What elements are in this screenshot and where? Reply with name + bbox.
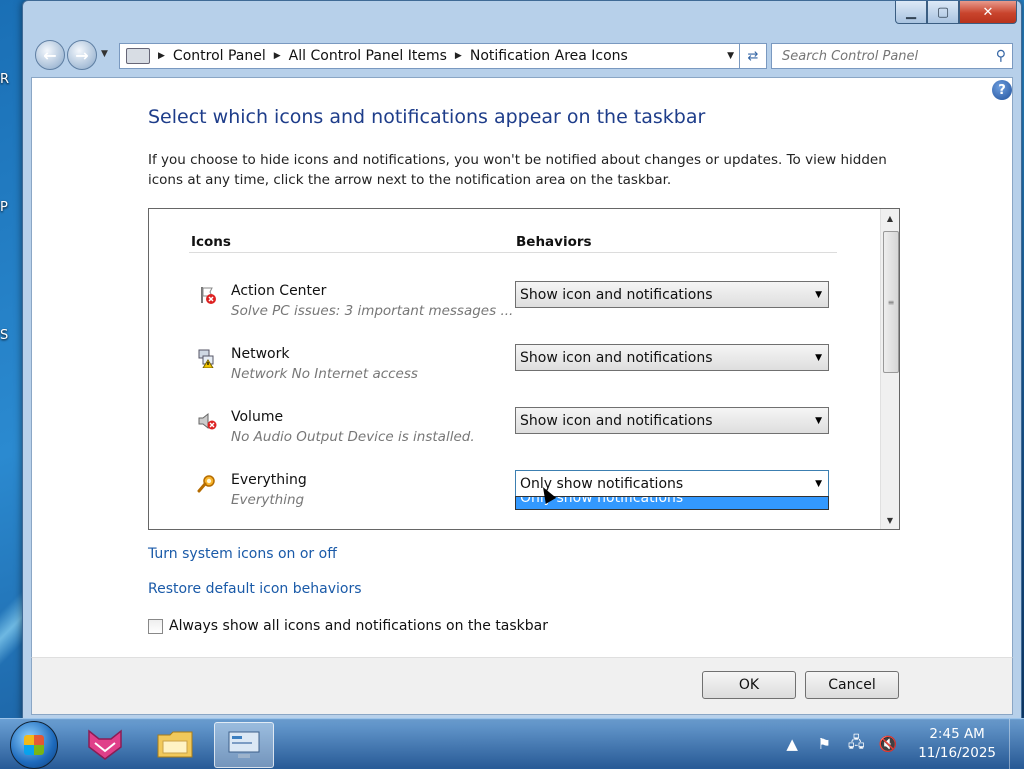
network-icon <box>198 349 214 368</box>
behavior-select[interactable]: Only show notifications ▼ <box>515 470 829 497</box>
show-hidden-icons-arrow-icon[interactable]: ▲ <box>782 735 802 753</box>
back-arrow-icon: ← <box>43 45 57 65</box>
vertical-scrollbar[interactable]: ▲ ≡ ▼ <box>880 209 899 529</box>
start-button[interactable] <box>10 721 58 769</box>
back-button[interactable]: ← <box>35 40 65 70</box>
recent-pages-dropdown[interactable]: ▼ <box>101 49 108 59</box>
chevron-right-icon[interactable]: ▶ <box>158 51 165 61</box>
desktop-icon-label[interactable]: S <box>0 328 22 343</box>
breadcrumb-notification-area-icons[interactable]: Notification Area Icons <box>470 48 628 64</box>
page-description: If you choose to hide icons and notifica… <box>148 152 887 188</box>
caption-buttons: ▁ ▢ ✕ <box>895 1 1017 24</box>
behaviors-column-header: Behaviors <box>516 234 592 250</box>
behavior-value: Show icon and notifications <box>520 412 713 429</box>
maximize-button[interactable]: ▢ <box>927 1 959 24</box>
taskbar: ▲ ⚑ 🖧 🔇 2:45 AM 11/16/2025 <box>0 718 1024 769</box>
icon-description: Network No Internet access <box>231 366 418 382</box>
action-center-flag-icon <box>201 287 216 304</box>
cat-app-taskbar-button[interactable] <box>76 722 134 766</box>
address-bar[interactable]: ▶ Control Panel ▶ All Control Panel Item… <box>119 43 741 69</box>
list-item: Network Network No Internet access Show … <box>197 344 837 394</box>
list-item: Volume No Audio Output Device is install… <box>197 407 837 457</box>
clock[interactable]: 2:45 AM 11/16/2025 <box>918 725 996 763</box>
behavior-select[interactable]: Show icon and notifications ▼ <box>515 407 829 434</box>
volume-muted-icon[interactable]: 🔇 <box>878 735 898 753</box>
search-box: ⚲ <box>771 43 1013 69</box>
chevron-down-icon: ▼ <box>815 478 822 489</box>
dialog-footer: OK Cancel <box>31 657 1013 715</box>
scroll-down-arrow-icon[interactable]: ▼ <box>881 511 899 529</box>
ok-button[interactable]: OK <box>702 671 796 699</box>
everything-search-icon <box>197 475 215 493</box>
icon-description: No Audio Output Device is installed. <box>231 429 475 445</box>
search-icon[interactable]: ⚲ <box>996 48 1006 64</box>
turn-system-icons-link[interactable]: Turn system icons on or off <box>148 546 337 562</box>
page-title: Select which icons and notifications app… <box>148 106 706 128</box>
cancel-button[interactable]: Cancel <box>805 671 899 699</box>
always-show-label[interactable]: Always show all icons and notifications … <box>169 618 548 634</box>
always-show-option[interactable]: Always show all icons and notifications … <box>148 618 548 634</box>
icon-name: Network <box>231 346 290 362</box>
chevron-down-icon: ▼ <box>815 289 822 300</box>
refresh-button[interactable]: ⇄ <box>739 43 767 69</box>
behavior-value: Show icon and notifications <box>520 286 713 303</box>
volume-muted-icon <box>198 412 217 430</box>
clock-time: 2:45 AM <box>929 726 985 742</box>
search-input[interactable] <box>780 47 984 65</box>
icon-name: Volume <box>231 409 284 425</box>
clock-date: 11/16/2025 <box>918 745 996 761</box>
help-icon[interactable]: ? <box>992 80 1012 100</box>
chevron-right-icon[interactable]: ▶ <box>455 51 462 61</box>
close-button[interactable]: ✕ <box>959 1 1017 24</box>
chevron-down-icon: ▼ <box>815 352 822 363</box>
behavior-dropdown-list[interactable]: Only show notifications <box>515 496 829 510</box>
always-show-checkbox[interactable] <box>148 618 163 634</box>
scroll-thumb[interactable]: ≡ <box>883 231 899 373</box>
list-item: Action Center Solve PC issues: 3 importa… <box>197 281 837 331</box>
control-panel-window: ▁ ▢ ✕ ← → ▼ ▶ Control Panel ▶ All Contro… <box>22 0 1022 720</box>
chevron-right-icon[interactable]: ▶ <box>274 51 281 61</box>
chevron-down-icon[interactable]: ▼ <box>727 51 734 61</box>
list-item: Everything Everything Only show notifica… <box>197 470 837 520</box>
behavior-value: Show icon and notifications <box>520 349 713 366</box>
icon-name: Action Center <box>231 283 327 299</box>
forward-button[interactable]: → <box>67 40 97 70</box>
icon-description: Everything <box>231 492 305 508</box>
chevron-down-icon: ▼ <box>815 415 822 426</box>
scroll-up-arrow-icon[interactable]: ▲ <box>881 209 899 227</box>
control-panel-taskbar-button[interactable] <box>214 722 274 768</box>
behavior-select[interactable]: Show icon and notifications ▼ <box>515 281 829 308</box>
refresh-icon: ⇄ <box>747 48 759 64</box>
breadcrumb-all-items[interactable]: All Control Panel Items <box>289 48 447 64</box>
control-panel-icon <box>126 48 150 64</box>
folder-icon <box>157 731 193 758</box>
restore-defaults-link[interactable]: Restore default icon behaviors <box>148 581 362 597</box>
behavior-select[interactable]: Show icon and notifications ▼ <box>515 344 829 371</box>
icons-list: Icons Behaviors Action Center Solve PC i… <box>148 208 900 530</box>
desktop-icon-label[interactable]: R <box>0 72 22 87</box>
show-desktop-button[interactable] <box>1009 719 1024 769</box>
desktop-icon-label[interactable]: P <box>0 200 22 215</box>
cat-app-icon <box>88 729 122 760</box>
notification-area: ▲ ⚑ 🖧 🔇 2:45 AM 11/16/2025 <box>776 719 1024 769</box>
windows-explorer-taskbar-button[interactable] <box>146 722 204 766</box>
navigation-bar: ← → ▼ ▶ Control Panel ▶ All Control Pane… <box>31 39 1013 71</box>
icon-name: Everything <box>231 472 307 488</box>
icon-description: Solve PC issues: 3 important messages ..… <box>231 303 514 319</box>
minimize-button[interactable]: ▁ <box>895 1 927 24</box>
breadcrumb-control-panel[interactable]: Control Panel <box>173 48 266 64</box>
icons-column-header: Icons <box>191 234 231 250</box>
control-panel-icon <box>228 731 260 758</box>
network-icon[interactable]: 🖧 <box>846 732 866 757</box>
content-pane: ? Select which icons and notifications a… <box>31 77 1013 659</box>
forward-arrow-icon: → <box>75 45 89 65</box>
header-divider <box>189 252 837 253</box>
action-center-flag-icon[interactable]: ⚑ <box>814 735 834 753</box>
